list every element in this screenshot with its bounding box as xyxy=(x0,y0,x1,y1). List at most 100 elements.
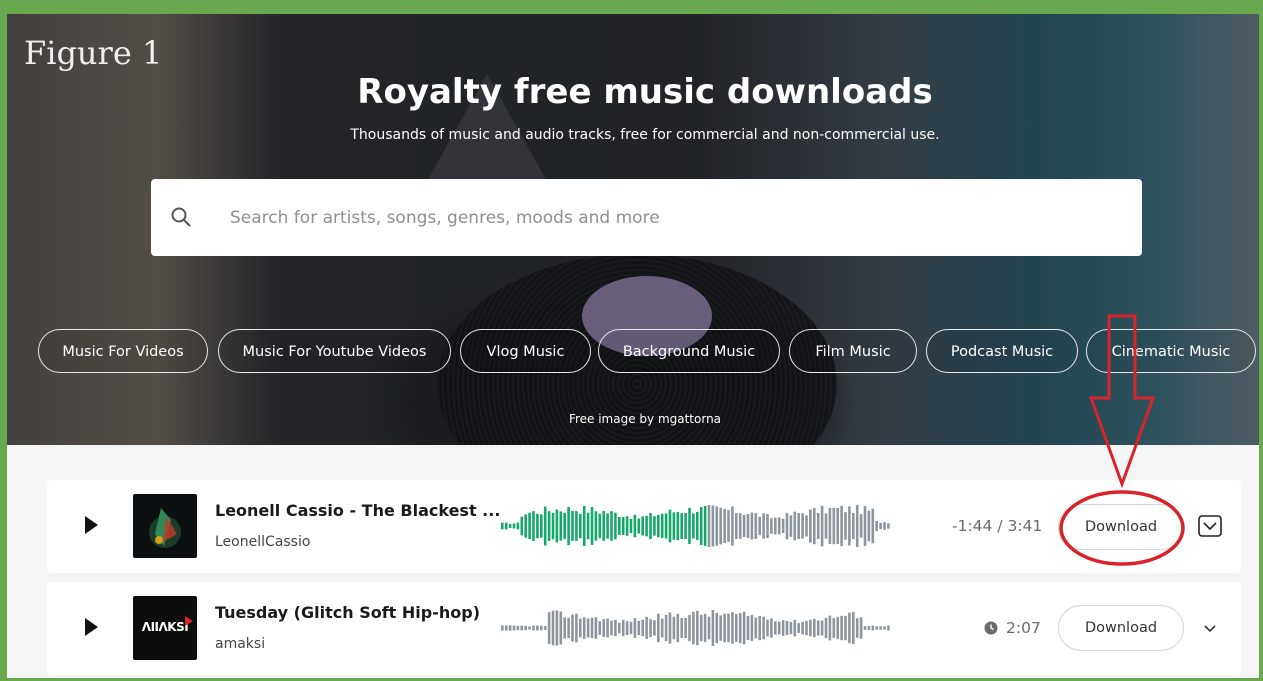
waveform-bar xyxy=(805,515,808,537)
category-pill-vlog-music[interactable]: Vlog Music xyxy=(460,329,591,373)
waveform-bar xyxy=(579,618,582,638)
track-waveform[interactable] xyxy=(497,501,897,551)
waveform-bar xyxy=(621,517,625,535)
waveform-bar xyxy=(781,620,785,636)
waveform-bar xyxy=(844,512,847,540)
play-icon[interactable] xyxy=(85,618,98,636)
waveform-bar xyxy=(532,511,535,541)
track-title[interactable]: Tuesday (Glitch Soft Hip-hop) xyxy=(215,603,480,622)
waveform-bar xyxy=(801,513,804,539)
search-box[interactable] xyxy=(151,179,1142,256)
track-row: Leonell Cassio - The Blackest ... Leonel… xyxy=(47,480,1241,573)
waveform-bar xyxy=(590,617,594,639)
waveform-bar xyxy=(696,512,699,540)
waveform-bar xyxy=(598,621,602,635)
waveform-bar xyxy=(680,618,683,638)
track-artist[interactable]: LeonellCassio xyxy=(215,534,310,550)
chevron-down-icon xyxy=(1204,625,1216,633)
waveform-bar xyxy=(618,622,621,634)
waveform-bar xyxy=(563,513,566,539)
waveform-bar xyxy=(672,512,676,540)
category-pill-music-for-videos[interactable]: Music For Videos xyxy=(38,329,208,373)
category-pill-podcast-music[interactable]: Podcast Music xyxy=(926,329,1078,373)
search-icon[interactable] xyxy=(170,206,192,228)
waveform-bar xyxy=(625,516,629,536)
track-artist[interactable]: amaksi xyxy=(215,636,265,652)
waveform-bar xyxy=(688,614,691,642)
play-icon[interactable] xyxy=(85,516,98,534)
waveform-bar xyxy=(867,625,871,631)
waveform-bar xyxy=(528,512,531,540)
waveform-bar xyxy=(809,619,812,637)
waveform-bar xyxy=(746,615,750,641)
waveform-bar xyxy=(520,516,524,536)
waveform-bar xyxy=(848,612,851,644)
clock-icon xyxy=(984,621,998,635)
waveform-bar xyxy=(649,513,652,539)
waveform-bar xyxy=(754,513,758,540)
waveform-bar xyxy=(699,507,703,545)
waveform-bar xyxy=(789,621,793,635)
waveform-bar xyxy=(551,610,555,646)
waveform-bar xyxy=(629,519,633,533)
waveform-bar xyxy=(824,617,828,639)
waveform-bar xyxy=(692,513,695,539)
waveform-bar xyxy=(637,620,641,636)
waveform-bar xyxy=(524,625,527,631)
image-credit: Free image by mgattorna xyxy=(568,412,722,426)
waveform-bar xyxy=(879,626,882,630)
waveform-bar xyxy=(852,513,855,539)
waveform-bar xyxy=(516,522,520,530)
hero-subtitle: Thousands of music and audio tracks, fre… xyxy=(350,127,940,143)
waveform-bar xyxy=(855,504,859,548)
waveform-bar xyxy=(719,507,722,545)
waveform-bar xyxy=(547,612,551,644)
waveform-bar xyxy=(859,617,863,639)
waveform-bar xyxy=(711,505,715,547)
waveform-bar xyxy=(590,507,594,545)
category-pill-film-music[interactable]: Film Music xyxy=(789,329,917,373)
waveform-bar xyxy=(512,523,516,529)
waveform-bar xyxy=(582,505,586,547)
waveform-bar xyxy=(820,505,824,547)
waveform-bar xyxy=(738,613,742,644)
waveform-bar xyxy=(614,619,617,637)
waveform-bar xyxy=(723,613,726,643)
waveform-bar xyxy=(855,618,859,638)
waveform-bar xyxy=(801,621,804,635)
waveform-bar xyxy=(664,614,668,642)
waveform-bar xyxy=(793,511,797,541)
waveform-bar xyxy=(836,508,839,544)
waveform-bar xyxy=(731,612,734,644)
waveform-bar xyxy=(567,617,570,638)
waveform-bar xyxy=(684,617,687,639)
waveform-bar xyxy=(797,623,800,633)
waveform-bar xyxy=(742,514,746,538)
waveform-bar xyxy=(883,626,886,630)
download-button[interactable]: Download xyxy=(1058,605,1184,651)
download-button[interactable]: Download xyxy=(1058,504,1184,550)
chevron-down-boxed-icon xyxy=(1198,515,1222,537)
waveform-bar xyxy=(785,620,789,635)
waveform-bar xyxy=(575,511,578,541)
waveform-bar xyxy=(586,512,590,540)
waveform-bar xyxy=(504,522,508,530)
waveform-bar xyxy=(641,516,644,536)
category-pill-music-for-youtube-videos[interactable]: Music For Youtube Videos xyxy=(218,329,451,373)
waveform-bar xyxy=(774,621,777,635)
waveform-bar xyxy=(629,621,633,635)
category-pill-background-music[interactable]: Background Music xyxy=(598,329,780,373)
track-title[interactable]: Leonell Cassio - The Blackest ... xyxy=(215,501,500,520)
waveform-bar xyxy=(727,613,730,643)
waveform-bar xyxy=(668,612,672,644)
waveform-bar xyxy=(879,522,882,530)
category-pill-cinematic-music[interactable]: Cinematic Music xyxy=(1086,329,1256,373)
track-waveform[interactable] xyxy=(497,603,897,653)
waveform-bar xyxy=(633,618,637,638)
expand-button[interactable] xyxy=(1200,618,1220,638)
expand-button[interactable] xyxy=(1198,515,1222,537)
waveform-bar xyxy=(840,615,843,641)
waveform-bar xyxy=(766,514,769,538)
waveform-bar xyxy=(676,511,680,541)
search-input[interactable] xyxy=(228,197,1122,239)
